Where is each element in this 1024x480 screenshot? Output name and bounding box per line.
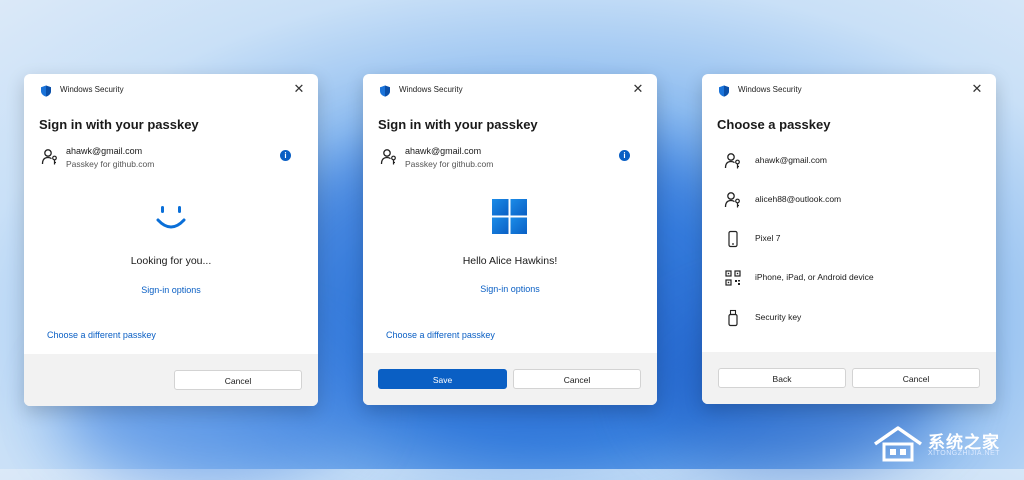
smiley-face-icon	[156, 206, 186, 229]
site-watermark: 系统之家 XITONGZHIJIA.NET	[873, 422, 1018, 466]
close-icon[interactable]: ✕	[631, 82, 645, 96]
title-bar: Windows Security ✕	[363, 74, 657, 106]
title-bar: Windows Security ✕	[24, 74, 318, 106]
info-icon[interactable]: i	[280, 150, 291, 161]
shield-icon	[380, 85, 390, 97]
close-icon[interactable]: ✕	[970, 82, 984, 96]
status-text: Looking for you...	[130, 255, 212, 267]
passkey-option-pixel[interactable]: Pixel 7	[724, 228, 964, 250]
dialog-heading: Sign in with your passkey	[39, 117, 199, 132]
option-label: Security key	[755, 312, 802, 322]
passkey-option-security-key[interactable]: Security key	[724, 307, 964, 329]
shield-icon	[719, 85, 729, 97]
account-email: ahawk@gmail.com	[66, 146, 143, 156]
passkey-icon	[724, 192, 740, 208]
windows-logo-icon	[492, 199, 527, 234]
app-title: Windows Security	[399, 85, 463, 94]
choose-passkey-dialog: Windows Security ✕ Choose a passkey ahaw…	[702, 74, 996, 404]
choose-different-passkey-link[interactable]: Choose a different passkey	[386, 330, 495, 340]
qr-code-icon	[725, 270, 741, 286]
option-label: iPhone, iPad, or Android device	[755, 272, 874, 282]
account-subtitle: Passkey for github.com	[405, 159, 494, 169]
save-button[interactable]: Save	[378, 369, 507, 389]
sign-in-options-link[interactable]: Sign-in options	[24, 285, 318, 295]
option-label: ahawk@gmail.com	[755, 155, 827, 165]
status-text: Hello Alice Hawkins!	[462, 255, 558, 267]
dialog-heading: Choose a passkey	[717, 117, 831, 132]
info-icon[interactable]: i	[619, 150, 630, 161]
cancel-button[interactable]: Cancel	[852, 368, 980, 388]
option-label: aliceh88@outlook.com	[755, 194, 842, 204]
usb-key-icon	[728, 309, 738, 327]
dialog-footer: Back Cancel	[702, 352, 996, 404]
sign-in-options-link[interactable]: Sign-in options	[363, 284, 657, 294]
close-icon[interactable]: ✕	[292, 82, 306, 96]
account-row: ahawk@gmail.com Passkey for github.com i	[39, 146, 299, 172]
house-logo-icon	[874, 426, 922, 462]
cancel-button[interactable]: Cancel	[174, 370, 302, 390]
title-bar: Windows Security ✕	[702, 74, 996, 106]
app-title: Windows Security	[60, 85, 124, 94]
passkey-icon	[724, 153, 740, 169]
passkey-icon	[380, 149, 396, 165]
account-subtitle: Passkey for github.com	[66, 159, 155, 169]
watermark-subtext: XITONGZHIJIA.NET	[928, 450, 1001, 457]
option-label: Pixel 7	[755, 233, 781, 243]
passkey-dialog-looking: Windows Security ✕ Sign in with your pas…	[24, 74, 318, 406]
account-email: ahawk@gmail.com	[405, 146, 482, 156]
dialog-heading: Sign in with your passkey	[378, 117, 538, 132]
dialog-footer: Save Cancel	[363, 353, 657, 405]
app-title: Windows Security	[738, 85, 802, 94]
account-row: ahawk@gmail.com Passkey for github.com i	[378, 146, 638, 172]
back-button[interactable]: Back	[718, 368, 846, 388]
phone-icon	[728, 230, 738, 248]
passkey-option-aliceh88[interactable]: aliceh88@outlook.com	[724, 189, 964, 211]
passkey-option-ahawk[interactable]: ahawk@gmail.com	[724, 150, 964, 172]
shield-icon	[41, 85, 51, 97]
passkey-dialog-hello: Windows Security ✕ Sign in with your pas…	[363, 74, 657, 405]
cancel-button[interactable]: Cancel	[513, 369, 641, 389]
passkey-icon	[41, 149, 57, 165]
passkey-option-mobile-device[interactable]: iPhone, iPad, or Android device	[724, 267, 964, 289]
dialog-footer: Cancel	[24, 354, 318, 406]
choose-different-passkey-link[interactable]: Choose a different passkey	[47, 330, 156, 340]
